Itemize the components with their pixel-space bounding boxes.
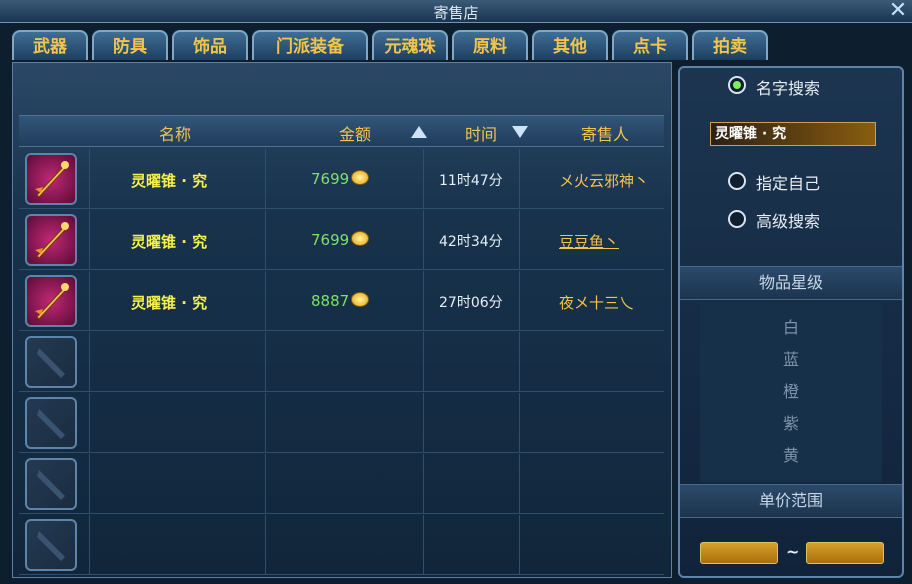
name-search-radio[interactable] (728, 76, 746, 94)
price-range-title: 单价范围 (680, 484, 902, 518)
weapon-icon[interactable] (25, 214, 77, 266)
price-max-input[interactable] (806, 542, 884, 564)
window-title: 寄售店 (433, 4, 479, 22)
table-row[interactable]: 灵曜锥 · 究 7699 42时34分 豆豆鱼丶 (19, 210, 664, 270)
star-level-purple[interactable]: 紫 (700, 410, 882, 434)
header-name[interactable]: 名称 (159, 121, 191, 145)
table-row[interactable] (19, 515, 664, 575)
empty-slot-icon[interactable] (25, 336, 77, 388)
empty-slot-icon[interactable] (25, 397, 77, 449)
tab-materials[interactable]: 原料 (452, 30, 528, 60)
item-name: 灵曜锥 · 究 (131, 233, 208, 251)
empty-slot-icon[interactable] (25, 519, 77, 571)
empty-slot-icon[interactable] (25, 458, 77, 510)
item-name: 灵曜锥 · 究 (131, 172, 208, 190)
header-price[interactable]: 金额 (339, 121, 371, 145)
item-price: 8887 (311, 292, 370, 310)
item-time: 27时06分 (439, 295, 503, 311)
tab-armor[interactable]: 防具 (92, 30, 168, 60)
table-row[interactable] (19, 332, 664, 392)
item-time: 42时34分 (439, 234, 503, 250)
table-row[interactable] (19, 393, 664, 453)
close-icon[interactable]: ✕ (886, 0, 910, 22)
header-time[interactable]: 时间 (465, 121, 497, 145)
item-price: 7699 (311, 170, 370, 188)
tab-other[interactable]: 其他 (532, 30, 608, 60)
weapon-icon[interactable] (25, 153, 77, 205)
tab-weapons[interactable]: 武器 (12, 30, 88, 60)
tab-soul-beads[interactable]: 元魂珠 (372, 30, 448, 60)
title-bar: 寄售店 ✕ (0, 0, 912, 23)
price-range-separator: ~ (786, 542, 800, 561)
weapon-icon[interactable] (25, 275, 77, 327)
star-level-orange[interactable]: 橙 (700, 378, 882, 402)
header-seller[interactable]: 寄售人 (581, 121, 629, 145)
star-level-list: 白 蓝 橙 紫 黄 (700, 302, 882, 482)
gold-coin-icon (351, 170, 370, 185)
star-level-yellow[interactable]: 黄 (700, 442, 882, 466)
item-seller[interactable]: 豆豆鱼丶 (559, 231, 619, 252)
name-search-label[interactable]: 名字搜索 (756, 75, 820, 99)
self-search-radio[interactable] (728, 172, 746, 190)
tab-point-cards[interactable]: 点卡 (612, 30, 688, 60)
sort-time-desc-icon[interactable] (512, 126, 528, 138)
gold-coin-icon (351, 231, 370, 246)
star-level-white[interactable]: 白 (700, 314, 882, 338)
listing-panel: 名称 金额 时间 寄售人 灵曜锥 · 究 7699 11时47分 メ火云邪神丶 … (12, 62, 672, 578)
star-level-title: 物品星级 (680, 266, 902, 300)
table-row[interactable]: 灵曜锥 · 究 7699 11时47分 メ火云邪神丶 (19, 149, 664, 209)
item-name: 灵曜锥 · 究 (131, 294, 208, 312)
gold-coin-icon (351, 292, 370, 307)
item-seller[interactable]: メ火云邪神丶 (559, 170, 649, 191)
tab-accessories[interactable]: 饰品 (172, 30, 248, 60)
item-time: 11时47分 (439, 173, 503, 189)
self-search-label[interactable]: 指定自己 (756, 170, 820, 194)
star-level-blue[interactable]: 蓝 (700, 346, 882, 370)
table-row[interactable] (19, 454, 664, 514)
table-header: 名称 金额 时间 寄售人 (19, 115, 664, 147)
price-min-input[interactable] (700, 542, 778, 564)
search-input[interactable]: 灵曜锥 · 究 (710, 122, 876, 146)
tab-auction[interactable]: 拍卖 (692, 30, 768, 60)
item-price: 7699 (311, 231, 370, 249)
table-row[interactable]: 灵曜锥 · 究 8887 27时06分 夜メ十三乀 (19, 271, 664, 331)
advanced-search-label[interactable]: 高级搜索 (756, 208, 820, 232)
tab-sect-equipment[interactable]: 门派装备 (252, 30, 368, 60)
advanced-search-radio[interactable] (728, 210, 746, 228)
sort-price-asc-icon[interactable] (411, 126, 427, 138)
search-panel: 名字搜索 灵曜锥 · 究 指定自己 高级搜索 物品星级 白 蓝 橙 紫 黄 单价… (678, 66, 904, 578)
item-seller[interactable]: 夜メ十三乀 (559, 292, 634, 313)
